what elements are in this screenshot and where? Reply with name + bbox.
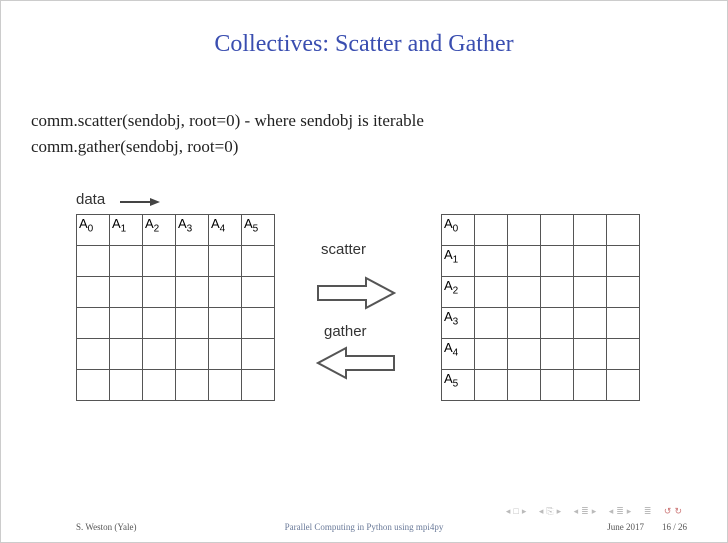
footer-page: 16 / 26 (662, 522, 687, 532)
gather-arrow-icon (316, 346, 396, 380)
cell-r-A0: A0 (442, 215, 475, 246)
footer-date: June 2017 (607, 522, 644, 532)
cell-r-A3: A3 (442, 308, 475, 339)
body-text: comm.scatter(sendobj, root=0) - where se… (31, 108, 687, 159)
cell-r-A1: A1 (442, 246, 475, 277)
cell-A3: A3 (176, 215, 209, 246)
scatter-label: scatter (321, 241, 366, 258)
left-grid: A0 A1 A2 A3 A4 A5 (76, 214, 275, 401)
gather-label: gather (324, 323, 367, 340)
code-line-scatter: comm.scatter(sendobj, root=0) - where se… (31, 108, 687, 134)
nav-first-icon[interactable]: ◂□▸ (506, 506, 529, 516)
nav-prev-icon[interactable]: ◂⎘▸ (539, 506, 564, 516)
code-line-gather: comm.gather(sendobj, root=0) (31, 134, 687, 160)
nav-section-icon[interactable]: ◂≣▸ (574, 506, 600, 516)
data-label: data (76, 191, 105, 208)
cell-r-A2: A2 (442, 277, 475, 308)
cell-A0: A0 (77, 215, 110, 246)
slide-title: Collectives: Scatter and Gather (41, 31, 687, 58)
nav-loop-icon[interactable]: ↺↻ (664, 506, 685, 516)
cell-A2: A2 (143, 215, 176, 246)
beamer-nav-icons: ◂□▸ ◂⎘▸ ◂≣▸ ◂≣▸ ≣ ↺↻ (504, 506, 687, 517)
cell-A5: A5 (242, 215, 275, 246)
nav-next-icon[interactable]: ◂≣▸ (609, 506, 635, 516)
footer-title: Parallel Computing in Python using mpi4p… (285, 522, 444, 532)
footer-author: S. Weston (Yale) (76, 522, 136, 532)
data-arrow-icon (120, 197, 160, 207)
cell-r-A5: A5 (442, 370, 475, 401)
cell-A4: A4 (209, 215, 242, 246)
right-grid: A0 A1 A2 A3 A4 A5 (441, 214, 640, 401)
nav-mode-icon[interactable]: ≣ (644, 506, 655, 516)
scatter-gather-diagram: data A0 A1 A2 A3 A4 A5 scatter gather (76, 191, 676, 431)
cell-r-A4: A4 (442, 339, 475, 370)
scatter-arrow-icon (316, 276, 396, 310)
cell-A1: A1 (110, 215, 143, 246)
slide-footer: S. Weston (Yale) Parallel Computing in P… (1, 518, 727, 536)
